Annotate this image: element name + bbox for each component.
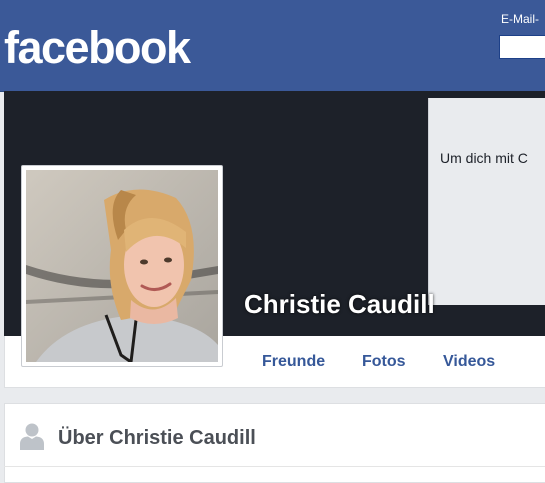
- cover-login-prompt: [428, 98, 545, 305]
- email-input[interactable]: [499, 35, 545, 59]
- email-label: E-Mail-: [501, 12, 539, 26]
- tab-freunde[interactable]: Freunde: [262, 353, 325, 371]
- profile-picture[interactable]: [21, 165, 223, 367]
- tab-fotos[interactable]: Fotos: [362, 353, 406, 371]
- profile-name[interactable]: Christie Caudill: [244, 289, 435, 320]
- top-bar: facebook E-Mail-: [0, 0, 545, 92]
- about-title: Über Christie Caudill: [58, 427, 256, 449]
- about-divider: [4, 466, 545, 467]
- person-icon: [20, 423, 44, 450]
- profile-photo-image: [26, 170, 218, 362]
- facebook-logo[interactable]: facebook: [4, 20, 191, 75]
- tab-videos[interactable]: Videos: [443, 353, 495, 371]
- cover-login-prompt-text: Um dich mit C: [440, 150, 528, 166]
